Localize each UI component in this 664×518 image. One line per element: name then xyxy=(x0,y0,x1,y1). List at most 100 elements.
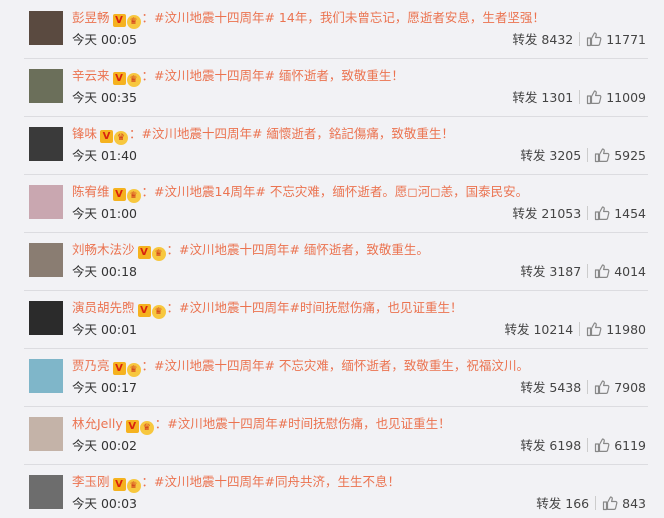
post-time: 今天 00:05 xyxy=(72,32,137,47)
comment-text-line: 陈宥维 V ♛ ：#汶川地震14周年# 不忘灾难，缅怀逝者。愿◻河◻恙，国泰民安。 xyxy=(72,182,528,203)
comment-text-line: 辛云来 V ♛ ：#汶川地震十四周年# 缅怀逝者，致敬重生！ xyxy=(72,66,404,87)
like-button[interactable]: 6119 xyxy=(594,438,646,453)
repost-count: 3187 xyxy=(549,264,582,279)
comment-text: ：#汶川地震十四周年#同舟共济，生生不息！ xyxy=(141,474,400,489)
comment-text-line: 演员胡先煦 V ♛ ：#汶川地震十四周年#时间抚慰伤痛，也见证重生！ xyxy=(72,298,462,319)
comment-stats: 转发 3187 4014 xyxy=(520,263,646,281)
thumbs-up-icon xyxy=(595,264,610,279)
like-button[interactable]: 5925 xyxy=(594,148,646,163)
verified-v-icon: V xyxy=(100,130,114,143)
verified-v-icon: V xyxy=(112,362,126,375)
like-button[interactable]: 7908 xyxy=(594,380,646,395)
like-button[interactable]: 4014 xyxy=(594,264,646,279)
comment-text-line: 贾乃亮 V ♛ ：#汶川地震十四周年# 不忘灾难，缅怀逝者，致敬重生，祝福汶川。 xyxy=(72,356,529,377)
comment-text-line: 李玉刚 V ♛ ：#汶川地震十四周年#同舟共济，生生不息！ xyxy=(72,472,400,493)
repost-button[interactable]: 转发 21053 xyxy=(512,206,581,221)
member-crown-icon: ♛ xyxy=(151,305,166,319)
repost-button[interactable]: 转发 3187 xyxy=(520,264,581,279)
repost-button[interactable]: 转发 166 xyxy=(536,496,589,511)
post-time: 今天 00:01 xyxy=(72,322,137,337)
user-name-link[interactable]: 辛云来 xyxy=(72,68,110,83)
repost-button[interactable]: 转发 6198 xyxy=(520,438,581,453)
comment-stats: 转发 10214 11980 xyxy=(504,321,646,339)
user-name-link[interactable]: 彭昱畅 xyxy=(72,10,110,25)
repost-button[interactable]: 转发 3205 xyxy=(520,148,581,163)
row-divider xyxy=(24,290,648,291)
comment-stats: 转发 3205 5925 xyxy=(520,147,646,165)
member-crown-icon: ♛ xyxy=(126,15,141,29)
repost-button[interactable]: 转发 10214 xyxy=(504,322,573,337)
like-count: 11771 xyxy=(606,32,646,47)
comment-stats: 转发 5438 7908 xyxy=(520,379,646,397)
row-divider xyxy=(24,464,648,465)
thumbs-up-icon xyxy=(587,32,602,47)
avatar[interactable] xyxy=(29,11,63,45)
member-crown-icon: ♛ xyxy=(126,73,141,87)
member-crown-icon: ♛ xyxy=(126,189,141,203)
post-time: 今天 00:03 xyxy=(72,496,137,511)
post-time: 今天 00:35 xyxy=(72,90,137,105)
avatar[interactable] xyxy=(29,417,63,451)
avatar[interactable] xyxy=(29,127,63,161)
like-button[interactable]: 11771 xyxy=(586,32,646,47)
repost-label: 转发 xyxy=(520,380,546,395)
repost-count: 3205 xyxy=(549,148,582,163)
user-name-link[interactable]: 锋味 xyxy=(72,126,97,141)
comment-text-line: 刘畅木法沙 V ♛ ：#汶川地震十四周年# 缅怀逝者，致敬重生。 xyxy=(72,240,429,261)
user-name-link[interactable]: 贾乃亮 xyxy=(72,358,110,373)
repost-label: 转发 xyxy=(520,438,546,453)
stats-divider xyxy=(579,322,581,336)
row-divider xyxy=(24,174,648,175)
like-button[interactable]: 1454 xyxy=(594,206,646,221)
comment-stats: 转发 166 843 xyxy=(536,495,646,513)
post-time: 今天 00:17 xyxy=(72,380,137,395)
avatar[interactable] xyxy=(29,359,63,393)
user-name-link[interactable]: 李玉刚 xyxy=(72,474,110,489)
row-divider xyxy=(24,116,648,117)
user-name-link[interactable]: 陈宥维 xyxy=(72,184,110,199)
like-button[interactable]: 11009 xyxy=(586,90,646,105)
comment-text: ：#汶川地震十四周年# 缅怀逝者，致敬重生！ xyxy=(141,68,404,83)
comment-list: 彭昱畅 V ♛ ：#汶川地震十四周年# 14年，我们未曾忘记，愿逝者安息，生者坚强！今… xyxy=(0,0,664,518)
thumbs-up-icon xyxy=(595,380,610,395)
repost-count: 21053 xyxy=(541,206,582,221)
repost-button[interactable]: 转发 5438 xyxy=(520,380,581,395)
comment-stats: 转发 6198 6119 xyxy=(520,437,646,455)
post-time: 今天 00:18 xyxy=(72,264,137,279)
avatar[interactable] xyxy=(29,475,63,509)
repost-button[interactable]: 转发 1301 xyxy=(512,90,573,105)
avatar[interactable] xyxy=(29,69,63,103)
member-crown-icon: ♛ xyxy=(114,131,129,145)
repost-label: 转发 xyxy=(512,206,538,221)
repost-count: 5438 xyxy=(549,380,582,395)
repost-label: 转发 xyxy=(512,90,538,105)
comment-text: ：#汶川地震十四周年#时间抚慰伤痛，也见证重生！ xyxy=(154,416,451,431)
avatar[interactable] xyxy=(29,185,63,219)
repost-button[interactable]: 转发 8432 xyxy=(512,32,573,47)
user-name-link[interactable]: 演员胡先煦 xyxy=(72,300,135,315)
repost-count: 10214 xyxy=(533,322,574,337)
like-button[interactable]: 843 xyxy=(602,496,646,511)
comment-stats: 转发 21053 1454 xyxy=(512,205,646,223)
member-crown-icon: ♛ xyxy=(126,479,141,493)
comment-text-line: 林允Jelly V ♛ ：#汶川地震十四周年#时间抚慰伤痛，也见证重生！ xyxy=(72,414,451,435)
user-name-link[interactable]: 林允Jelly xyxy=(72,416,123,431)
like-count: 11009 xyxy=(606,90,646,105)
thumbs-up-icon xyxy=(595,438,610,453)
like-button[interactable]: 11980 xyxy=(586,322,646,337)
like-count: 4014 xyxy=(614,264,646,279)
avatar[interactable] xyxy=(29,301,63,335)
post-time: 今天 01:40 xyxy=(72,148,137,163)
post-time: 今天 01:00 xyxy=(72,206,137,221)
repost-label: 转发 xyxy=(536,496,562,511)
repost-label: 转发 xyxy=(520,264,546,279)
thumbs-up-icon xyxy=(595,148,610,163)
avatar[interactable] xyxy=(29,243,63,277)
user-name-link[interactable]: 刘畅木法沙 xyxy=(72,242,135,257)
comment-text: ：#汶川地震十四周年# 14年，我们未曾忘记，愿逝者安息，生者坚强！ xyxy=(141,10,545,25)
stats-divider xyxy=(579,90,581,104)
like-count: 6119 xyxy=(614,438,646,453)
stats-divider xyxy=(587,206,589,220)
thumbs-up-icon xyxy=(587,90,602,105)
stats-divider xyxy=(579,32,581,46)
